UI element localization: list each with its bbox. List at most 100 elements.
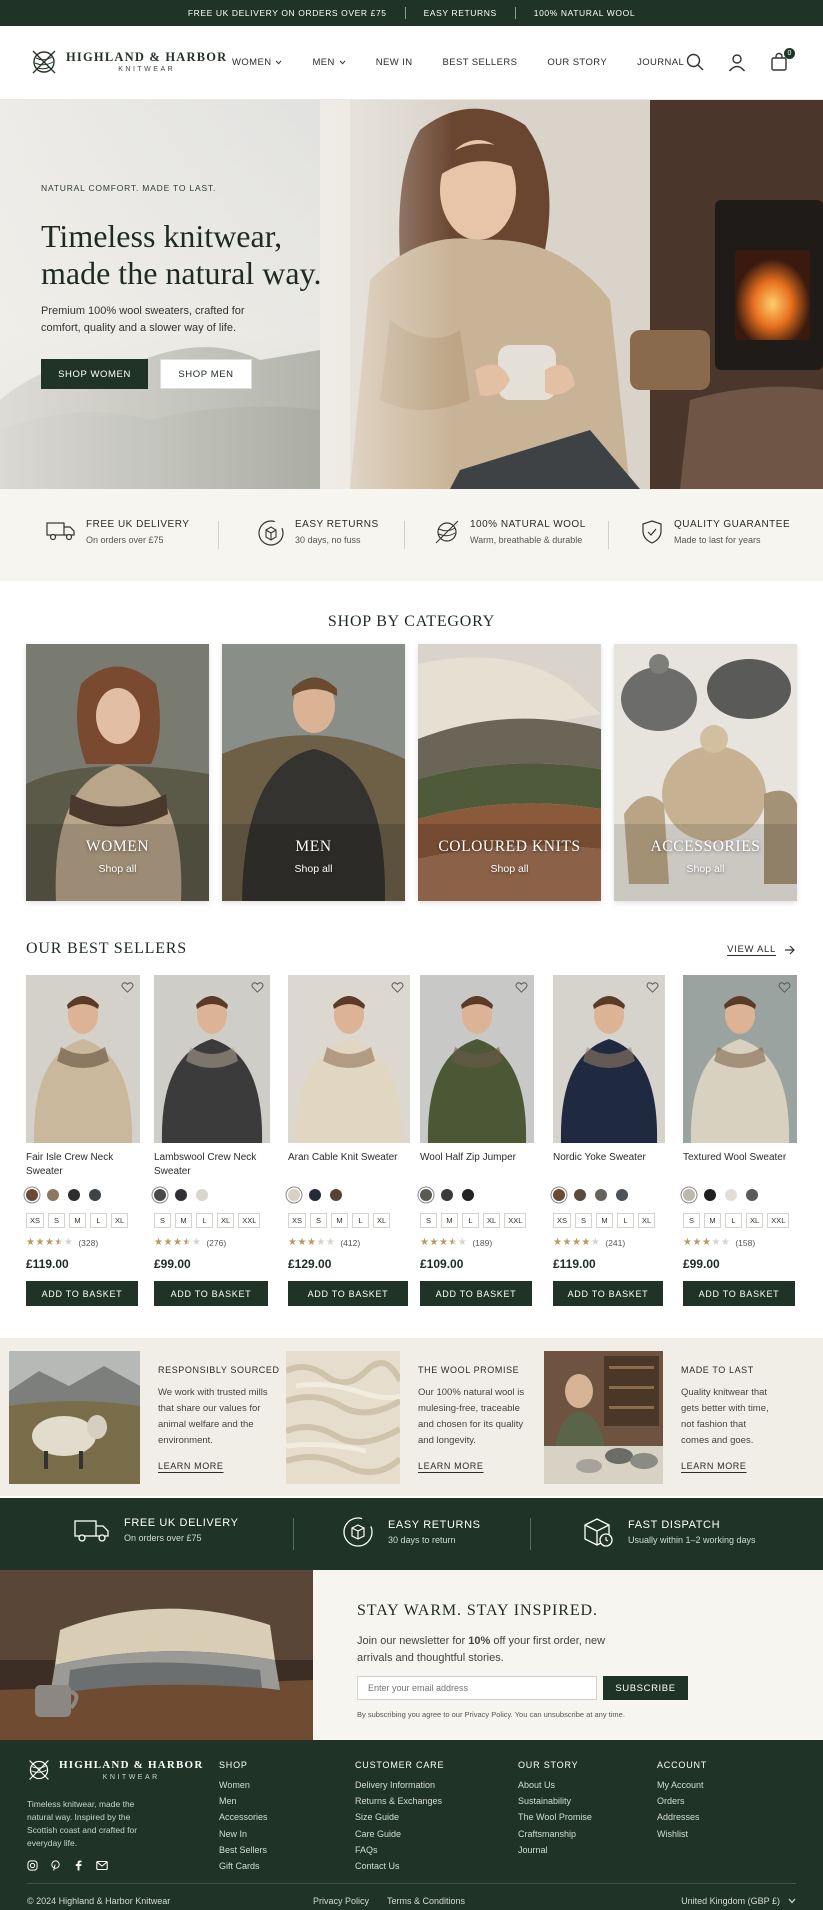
- view-all-link[interactable]: VIEW ALL: [727, 944, 796, 955]
- search-icon[interactable]: [685, 52, 707, 74]
- privacy-policy-link[interactable]: Privacy Policy: [313, 1896, 369, 1906]
- color-swatch[interactable]: [683, 1189, 695, 1201]
- product-image[interactable]: [683, 975, 797, 1143]
- size-option[interactable]: S: [683, 1213, 700, 1228]
- color-swatch[interactable]: [420, 1189, 432, 1201]
- footer-link[interactable]: Orders: [657, 1796, 707, 1806]
- category-link[interactable]: Shop all: [614, 863, 797, 875]
- size-option[interactable]: XL: [373, 1213, 391, 1228]
- size-option[interactable]: L: [196, 1213, 213, 1228]
- product-image[interactable]: [420, 975, 534, 1143]
- nav-item-new-in[interactable]: NEW IN: [376, 57, 413, 68]
- color-swatch[interactable]: [154, 1189, 166, 1201]
- category-link[interactable]: Shop all: [222, 863, 405, 875]
- size-option[interactable]: XS: [288, 1213, 307, 1228]
- footer-link[interactable]: Accessories: [219, 1812, 268, 1822]
- size-option[interactable]: S: [48, 1213, 66, 1228]
- size-option[interactable]: XL: [483, 1213, 501, 1228]
- footer-link[interactable]: Delivery Information: [355, 1780, 444, 1790]
- wishlist-heart-icon[interactable]: [646, 981, 659, 994]
- size-option[interactable]: XL: [111, 1213, 129, 1228]
- category-link[interactable]: Shop all: [26, 863, 209, 875]
- product-card[interactable]: Aran Cable Knit Sweater XS S M L XL ★★★★★ (412)…: [288, 975, 410, 1306]
- nav-item-best-sellers[interactable]: BEST SELLERS: [442, 57, 517, 68]
- product-card[interactable]: Wool Half Zip Jumper S M L XL XXL ★★★★★ (189) £1…: [420, 975, 534, 1306]
- product-card[interactable]: Lambswool Crew Neck Sweater S M L XL XXL ★★★★★…: [154, 975, 270, 1306]
- size-option[interactable]: L: [90, 1213, 108, 1228]
- footer-link[interactable]: Wishlist: [657, 1829, 707, 1839]
- shop-women-button[interactable]: SHOP WOMEN: [41, 359, 148, 389]
- add-to-basket-button[interactable]: ADD TO BASKET: [683, 1281, 795, 1306]
- wishlist-heart-icon[interactable]: [778, 981, 791, 994]
- size-option[interactable]: XS: [553, 1213, 572, 1228]
- footer-link[interactable]: Returns & Exchanges: [355, 1796, 444, 1806]
- color-swatch[interactable]: [330, 1189, 342, 1201]
- footer-link[interactable]: The Wool Promise: [518, 1812, 592, 1822]
- footer-link[interactable]: Craftsmanship: [518, 1829, 592, 1839]
- footer-link[interactable]: Addresses: [657, 1812, 707, 1822]
- size-option[interactable]: M: [596, 1213, 614, 1228]
- size-option[interactable]: M: [69, 1213, 87, 1228]
- pinterest-icon[interactable]: [50, 1860, 61, 1871]
- product-card[interactable]: Nordic Yoke Sweater XS S M L XL ★★★★★ (241) £119…: [553, 975, 665, 1306]
- mail-icon[interactable]: [96, 1860, 108, 1871]
- color-swatch[interactable]: [89, 1189, 101, 1201]
- size-option[interactable]: S: [154, 1213, 171, 1228]
- size-option[interactable]: M: [175, 1213, 192, 1228]
- footer-logo[interactable]: HIGHLAND & HARBOR KNITWEAR: [27, 1758, 203, 1782]
- color-swatch[interactable]: [47, 1189, 59, 1201]
- wishlist-heart-icon[interactable]: [251, 981, 264, 994]
- add-to-basket-button[interactable]: ADD TO BASKET: [420, 1281, 532, 1306]
- footer-link[interactable]: Best Sellers: [219, 1845, 268, 1855]
- learn-more-link[interactable]: LEARN MORE: [681, 1461, 747, 1471]
- size-option[interactable]: L: [725, 1213, 742, 1228]
- add-to-basket-button[interactable]: ADD TO BASKET: [154, 1281, 268, 1306]
- color-swatch[interactable]: [441, 1189, 453, 1201]
- color-swatch[interactable]: [288, 1189, 300, 1201]
- color-swatch[interactable]: [462, 1189, 474, 1201]
- size-option[interactable]: S: [575, 1213, 593, 1228]
- category-card-men[interactable]: MEN Shop all: [222, 644, 405, 901]
- size-option[interactable]: L: [617, 1213, 635, 1228]
- size-option[interactable]: XXL: [767, 1213, 790, 1228]
- footer-link[interactable]: Women: [219, 1780, 268, 1790]
- size-option[interactable]: M: [441, 1213, 458, 1228]
- product-name[interactable]: Lambswool Crew Neck Sweater: [154, 1151, 266, 1179]
- nav-item-men[interactable]: MEN: [312, 57, 346, 68]
- size-option[interactable]: L: [462, 1213, 479, 1228]
- color-swatch[interactable]: [309, 1189, 321, 1201]
- product-image[interactable]: [154, 975, 270, 1143]
- size-option[interactable]: M: [704, 1213, 721, 1228]
- nav-item-journal[interactable]: JOURNAL: [637, 57, 684, 68]
- footer-link[interactable]: New In: [219, 1829, 268, 1839]
- color-swatch[interactable]: [175, 1189, 187, 1201]
- cart-icon[interactable]: 0: [769, 48, 795, 74]
- category-card-women[interactable]: WOMEN Shop all: [26, 644, 209, 901]
- account-icon[interactable]: [727, 52, 749, 74]
- size-option[interactable]: XS: [26, 1213, 45, 1228]
- size-option[interactable]: M: [331, 1213, 349, 1228]
- nav-item-our-story[interactable]: OUR STORY: [547, 57, 607, 68]
- region-selector[interactable]: United Kingdom (GBP £): [681, 1896, 796, 1906]
- footer-link[interactable]: FAQs: [355, 1845, 444, 1855]
- color-swatch[interactable]: [574, 1189, 586, 1201]
- product-name[interactable]: Fair Isle Crew Neck Sweater: [26, 1151, 138, 1179]
- product-image[interactable]: [26, 975, 140, 1143]
- size-option[interactable]: XXL: [238, 1213, 261, 1228]
- brand-logo[interactable]: HIGHLAND & HARBOR KNITWEAR: [30, 48, 227, 76]
- facebook-icon[interactable]: [73, 1860, 84, 1871]
- color-swatch[interactable]: [196, 1189, 208, 1201]
- size-option[interactable]: XL: [638, 1213, 656, 1228]
- instagram-icon[interactable]: [27, 1860, 38, 1871]
- color-swatch[interactable]: [553, 1189, 565, 1201]
- product-card[interactable]: Fair Isle Crew Neck Sweater XS S M L XL ★★★★★ (…: [26, 975, 140, 1306]
- wishlist-heart-icon[interactable]: [121, 981, 134, 994]
- learn-more-link[interactable]: LEARN MORE: [158, 1461, 224, 1471]
- subscribe-button[interactable]: SUBSCRIBE: [603, 1676, 688, 1700]
- footer-link[interactable]: Contact Us: [355, 1861, 444, 1871]
- footer-link[interactable]: Sustainability: [518, 1796, 592, 1806]
- footer-link[interactable]: Gift Cards: [219, 1861, 268, 1871]
- shop-men-button[interactable]: SHOP MEN: [160, 359, 252, 389]
- add-to-basket-button[interactable]: ADD TO BASKET: [288, 1281, 408, 1306]
- size-option[interactable]: XL: [746, 1213, 764, 1228]
